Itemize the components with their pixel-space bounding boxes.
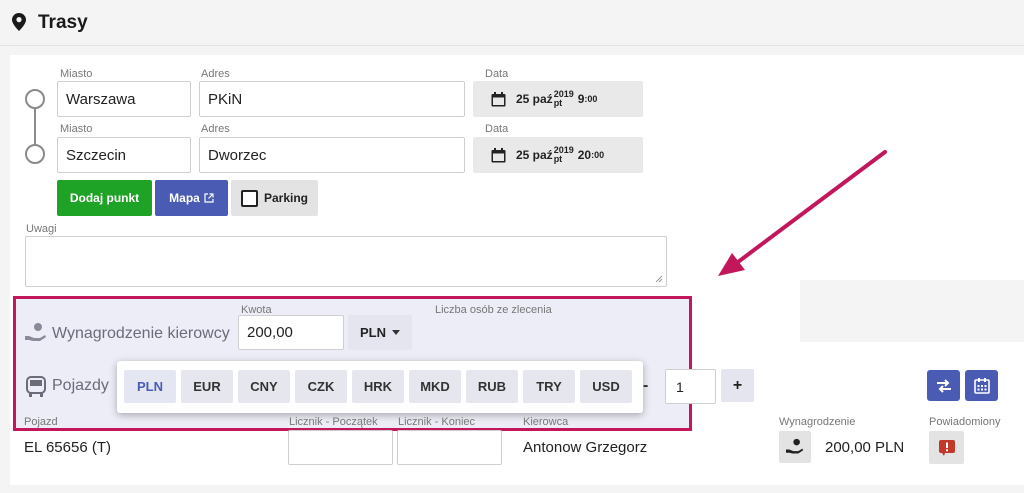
vehicles-increment-button[interactable]: + <box>721 369 754 402</box>
counter-start-input[interactable] <box>288 430 393 465</box>
currency-option-mkd[interactable]: MKD <box>409 370 461 403</box>
calendar-grid-icon <box>973 377 990 394</box>
column-header-notified: Powiadomiony <box>929 416 1001 428</box>
address-input-1[interactable]: PKiN <box>199 81 465 117</box>
resize-handle-icon[interactable] <box>655 275 663 283</box>
row-driver: Antonow Grzegorz <box>523 439 648 456</box>
date-hour: 9 <box>577 92 585 106</box>
notes-label: Uwagi <box>26 223 57 235</box>
column-header-counter-end: Licznik - Koniec <box>398 416 476 428</box>
hand-coin-icon <box>786 438 804 454</box>
vehicles-decrement-button[interactable]: - <box>643 377 648 395</box>
caret-down-icon <box>392 330 400 335</box>
map-button[interactable]: Mapa <box>155 180 228 216</box>
date-label: Data <box>485 123 509 135</box>
add-point-button[interactable]: Dodaj punkt <box>57 180 152 216</box>
salary-label: Wynagrodzenie kierowcy <box>52 325 230 342</box>
vehicles-label: Pojazdy <box>52 377 109 394</box>
currency-option-czk[interactable]: CZK <box>295 370 347 403</box>
date-weekday: pt <box>553 98 563 108</box>
section-title: Trasy <box>38 12 88 33</box>
column-header-salary: Wynagrodzenie <box>779 416 856 428</box>
amount-input[interactable]: 200,00 <box>238 315 344 350</box>
currency-option-hrk[interactable]: HRK <box>352 370 404 403</box>
currency-option-eur[interactable]: EUR <box>181 370 233 403</box>
column-header-vehicle: Pojazd <box>24 416 58 428</box>
date-field-2[interactable]: 25 paź 2019 pt 20:00 <box>473 137 643 173</box>
address-input-2[interactable]: Dworzec <box>199 137 465 173</box>
row-salary: 200,00 PLN <box>825 439 905 456</box>
currency-select[interactable]: PLN <box>348 315 412 350</box>
map-pin-icon <box>12 13 26 31</box>
map-button-label: Mapa <box>169 191 200 205</box>
bus-icon <box>26 376 46 397</box>
parking-label: Parking <box>263 191 308 205</box>
date-minutes: :00 <box>591 150 605 160</box>
date-day: 25 paź <box>516 148 553 162</box>
currency-option-cny[interactable]: CNY <box>238 370 290 403</box>
route-point-end-marker <box>25 144 45 164</box>
swap-arrows-icon <box>936 378 951 393</box>
currency-option-usd[interactable]: USD <box>580 370 632 403</box>
city-input-2[interactable]: Szczecin <box>57 137 191 173</box>
vehicles-count-input[interactable]: 1 <box>665 369 716 404</box>
calendar-icon <box>491 91 506 106</box>
persons-label: Liczba osób ze zlecenia <box>435 304 552 316</box>
address-label: Adres <box>201 68 230 80</box>
parking-checkbox[interactable] <box>240 189 258 207</box>
external-link-icon <box>204 193 214 203</box>
route-connector-line <box>34 109 36 144</box>
date-weekday: pt <box>553 154 563 164</box>
currency-option-pln[interactable]: PLN <box>124 370 176 403</box>
salary-edit-button[interactable] <box>779 431 811 463</box>
column-header-driver: Kierowca <box>523 416 569 428</box>
calendar-icon <box>491 147 506 162</box>
notified-status-button[interactable] <box>929 431 964 464</box>
date-label: Data <box>485 68 509 80</box>
date-field-1[interactable]: 25 paź 2019 pt 9:00 <box>473 81 643 117</box>
city-label: Miasto <box>60 68 93 80</box>
currency-dropdown: PLN EUR CNY CZK HRK MKD RUB TRY USD <box>117 361 643 413</box>
salary-hand-coin-icon <box>25 323 46 341</box>
swap-button[interactable] <box>927 370 960 401</box>
column-header-counter-start: Licznik - Początek <box>289 416 378 428</box>
city-input-1[interactable]: Warszawa <box>57 81 191 117</box>
date-day: 25 paź <box>516 92 553 106</box>
row-vehicle: EL 65656 (T) <box>24 439 111 456</box>
calendar-button[interactable] <box>965 370 998 401</box>
route-point-start-marker <box>25 89 45 109</box>
date-minutes: :00 <box>584 94 598 104</box>
currency-option-try[interactable]: TRY <box>523 370 575 403</box>
section-header: Trasy <box>0 0 1024 46</box>
notes-textarea[interactable] <box>25 236 667 287</box>
counter-end-input[interactable] <box>397 430 502 465</box>
currency-option-rub[interactable]: RUB <box>466 370 518 403</box>
date-hour: 20 <box>577 148 592 162</box>
city-label: Miasto <box>60 123 93 135</box>
currency-select-value: PLN <box>360 325 386 340</box>
parking-toggle[interactable]: Parking <box>231 180 318 216</box>
address-label: Adres <box>201 123 230 135</box>
alert-icon <box>938 439 955 456</box>
annotation-arrow <box>718 150 887 276</box>
